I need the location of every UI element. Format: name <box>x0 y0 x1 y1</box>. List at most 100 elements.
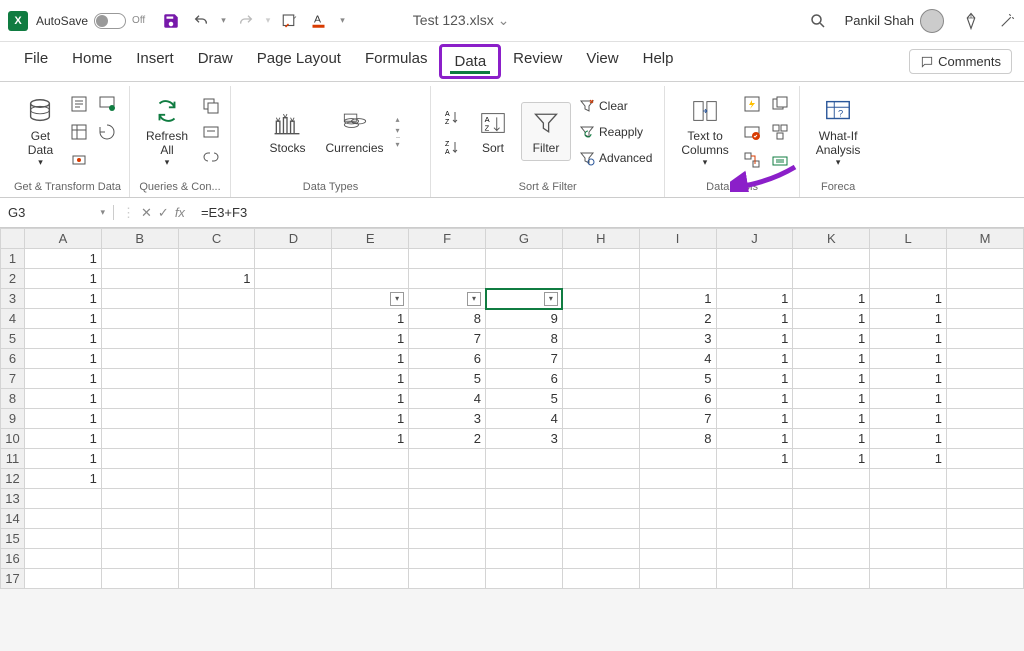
cell-M9[interactable] <box>947 409 1024 429</box>
cell-G6[interactable]: 7 <box>486 349 563 369</box>
cell-A15[interactable] <box>24 529 101 549</box>
sort-button[interactable]: AZ Sort <box>469 103 517 159</box>
cell-H16[interactable] <box>562 549 639 569</box>
cell-K7[interactable]: 1 <box>793 369 870 389</box>
cell-M14[interactable] <box>947 509 1024 529</box>
column-header-C[interactable]: C <box>178 229 255 249</box>
cell-B11[interactable] <box>101 449 178 469</box>
refresh-all-button[interactable]: Refresh All▾ <box>138 91 196 173</box>
cell-G4[interactable]: 9 <box>486 309 563 329</box>
cell-A10[interactable]: 1 <box>24 429 101 449</box>
cell-C9[interactable] <box>178 409 255 429</box>
edit-links-icon[interactable] <box>200 147 222 169</box>
cell-G8[interactable]: 5 <box>486 389 563 409</box>
cell-F17[interactable] <box>409 569 486 589</box>
cell-J5[interactable]: 1 <box>716 329 793 349</box>
cell-I9[interactable]: 7 <box>639 409 716 429</box>
cell-I2[interactable] <box>639 269 716 289</box>
cell-I8[interactable]: 6 <box>639 389 716 409</box>
cell-J1[interactable] <box>716 249 793 269</box>
cell-A2[interactable]: 1 <box>24 269 101 289</box>
cell-J7[interactable]: 1 <box>716 369 793 389</box>
cell-L1[interactable] <box>870 249 947 269</box>
cell-H17[interactable] <box>562 569 639 589</box>
cell-K13[interactable] <box>793 489 870 509</box>
cell-G16[interactable] <box>486 549 563 569</box>
cell-D16[interactable] <box>255 549 332 569</box>
row-header-16[interactable]: 16 <box>1 549 25 569</box>
cell-J17[interactable] <box>716 569 793 589</box>
spreadsheet-grid[interactable]: ABCDEFGHIJKLM1121131▾▾▾11114118921115117… <box>0 228 1024 589</box>
cell-M6[interactable] <box>947 349 1024 369</box>
cell-G1[interactable] <box>486 249 563 269</box>
cell-D14[interactable] <box>255 509 332 529</box>
cell-A17[interactable] <box>24 569 101 589</box>
cell-E16[interactable] <box>332 549 409 569</box>
cell-F8[interactable]: 4 <box>409 389 486 409</box>
from-table-icon[interactable] <box>68 121 90 143</box>
cell-C5[interactable] <box>178 329 255 349</box>
cell-M11[interactable] <box>947 449 1024 469</box>
cell-A16[interactable] <box>24 549 101 569</box>
reapply-button[interactable]: Reapply <box>575 122 656 142</box>
cell-A9[interactable]: 1 <box>24 409 101 429</box>
cell-J4[interactable]: 1 <box>716 309 793 329</box>
cell-D9[interactable] <box>255 409 332 429</box>
user-account[interactable]: Pankil Shah <box>845 9 944 33</box>
fx-icon[interactable]: fx <box>175 205 185 221</box>
row-header-13[interactable]: 13 <box>1 489 25 509</box>
cell-F10[interactable]: 2 <box>409 429 486 449</box>
cell-G11[interactable] <box>486 449 563 469</box>
cell-B10[interactable] <box>101 429 178 449</box>
cell-K2[interactable] <box>793 269 870 289</box>
cell-C15[interactable] <box>178 529 255 549</box>
cell-L10[interactable]: 1 <box>870 429 947 449</box>
cell-B13[interactable] <box>101 489 178 509</box>
cell-D17[interactable] <box>255 569 332 589</box>
cell-G13[interactable] <box>486 489 563 509</box>
row-header-14[interactable]: 14 <box>1 509 25 529</box>
consolidate-icon[interactable] <box>769 121 791 143</box>
cell-B5[interactable] <box>101 329 178 349</box>
toggle-switch-icon[interactable] <box>94 13 126 29</box>
cell-C6[interactable] <box>178 349 255 369</box>
column-header-M[interactable]: M <box>947 229 1024 249</box>
cell-E10[interactable]: 1 <box>332 429 409 449</box>
cell-E12[interactable] <box>332 469 409 489</box>
cell-B3[interactable] <box>101 289 178 309</box>
tab-help[interactable]: Help <box>631 44 686 79</box>
cell-B15[interactable] <box>101 529 178 549</box>
save-icon[interactable] <box>161 11 181 31</box>
cell-J3[interactable]: 1 <box>716 289 793 309</box>
filter-dropdown-icon[interactable]: ▾ <box>544 292 558 306</box>
queries-icon[interactable] <box>200 95 222 117</box>
tab-draw[interactable]: Draw <box>186 44 245 79</box>
tab-file[interactable]: File <box>12 44 60 79</box>
cell-L15[interactable] <box>870 529 947 549</box>
redo-icon[interactable] <box>236 11 256 31</box>
cell-L16[interactable] <box>870 549 947 569</box>
cell-K1[interactable] <box>793 249 870 269</box>
font-color-icon[interactable]: A <box>310 11 330 31</box>
currencies-button[interactable]: Currencies <box>318 103 392 159</box>
cell-H13[interactable] <box>562 489 639 509</box>
cell-B14[interactable] <box>101 509 178 529</box>
cell-M16[interactable] <box>947 549 1024 569</box>
column-header-L[interactable]: L <box>870 229 947 249</box>
cell-F13[interactable] <box>409 489 486 509</box>
cell-H11[interactable] <box>562 449 639 469</box>
cell-F14[interactable] <box>409 509 486 529</box>
tab-review[interactable]: Review <box>501 44 574 79</box>
row-header-10[interactable]: 10 <box>1 429 25 449</box>
cell-D5[interactable] <box>255 329 332 349</box>
cell-J12[interactable] <box>716 469 793 489</box>
cell-B17[interactable] <box>101 569 178 589</box>
cell-J13[interactable] <box>716 489 793 509</box>
cell-J10[interactable]: 1 <box>716 429 793 449</box>
cell-I11[interactable] <box>639 449 716 469</box>
remove-dup-icon[interactable] <box>769 93 791 115</box>
cell-G12[interactable] <box>486 469 563 489</box>
clear-filter-button[interactable]: Clear <box>575 96 656 116</box>
cell-F15[interactable] <box>409 529 486 549</box>
text-to-columns-button[interactable]: Text to Columns▾ <box>673 91 736 173</box>
